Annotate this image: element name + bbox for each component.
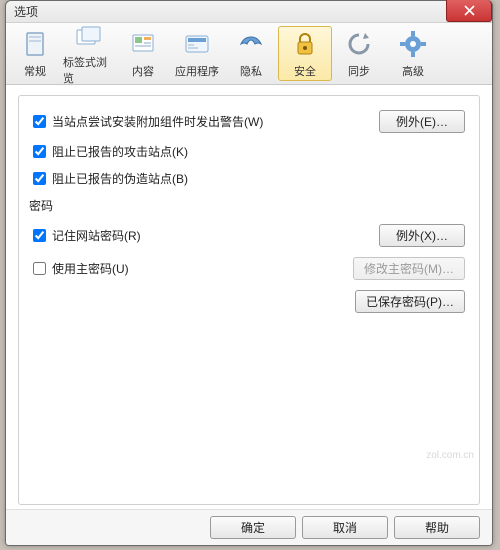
tab-label: 安全	[294, 63, 316, 79]
use-master-password-checkbox[interactable]: 使用主密码(U)	[33, 260, 129, 277]
tabs-icon	[73, 21, 105, 51]
tab-privacy[interactable]: 隐私	[224, 26, 278, 81]
saved-passwords-button[interactable]: 已保存密码(P)…	[355, 290, 465, 313]
security-panel: 当站点尝试安装附加组件时发出警告(W) 例外(E)… 阻止已报告的攻击站点(K)…	[18, 95, 480, 505]
block-forgery-checkbox[interactable]: 阻止已报告的伪造站点(B)	[33, 170, 188, 187]
cancel-button[interactable]: 取消	[302, 516, 388, 539]
tab-advanced[interactable]: 高级	[386, 26, 440, 81]
content-icon	[127, 28, 159, 60]
tab-content[interactable]: 内容	[116, 26, 170, 81]
gear-icon	[397, 28, 429, 60]
content-area: 当站点尝试安装附加组件时发出警告(W) 例外(E)… 阻止已报告的攻击站点(K)…	[6, 85, 492, 509]
passwords-section-label: 密码	[29, 197, 465, 214]
tab-label: 内容	[132, 63, 154, 79]
block-attack-checkbox[interactable]: 阻止已报告的攻击站点(K)	[33, 143, 188, 160]
warn-addon-install-checkbox[interactable]: 当站点尝试安装附加组件时发出警告(W)	[33, 113, 263, 130]
addon-exceptions-button[interactable]: 例外(E)…	[379, 110, 465, 133]
checkbox-input[interactable]	[33, 172, 46, 185]
close-icon	[464, 5, 475, 16]
close-button[interactable]	[446, 0, 492, 22]
checkbox-label: 阻止已报告的伪造站点(B)	[52, 170, 188, 187]
privacy-icon	[235, 28, 267, 60]
window-title: 选项	[6, 3, 38, 20]
tab-label: 高级	[402, 63, 424, 79]
tab-label: 标签式浏览	[63, 54, 115, 86]
checkbox-label: 使用主密码(U)	[52, 260, 129, 277]
checkbox-input[interactable]	[33, 229, 46, 242]
applications-icon	[181, 28, 213, 60]
remember-passwords-checkbox[interactable]: 记住网站密码(R)	[33, 227, 141, 244]
tab-applications[interactable]: 应用程序	[170, 26, 224, 81]
category-toolbar: 常规 标签式浏览 内容 应用程序 隐私 安全 同步 高级	[6, 23, 492, 85]
dialog-footer: 确定 取消 帮助	[6, 509, 492, 545]
tab-label: 应用程序	[175, 63, 219, 79]
change-master-password-button: 修改主密码(M)…	[353, 257, 465, 280]
checkbox-label: 记住网站密码(R)	[52, 227, 141, 244]
options-window: 选项 常规 标签式浏览 内容 应用程序 隐私 安全	[5, 0, 493, 546]
checkbox-input[interactable]	[33, 262, 46, 275]
titlebar: 选项	[6, 1, 492, 23]
tab-label: 同步	[348, 63, 370, 79]
tab-security[interactable]: 安全	[278, 26, 332, 81]
general-icon	[19, 28, 51, 60]
checkbox-input[interactable]	[33, 115, 46, 128]
tab-general[interactable]: 常规	[8, 26, 62, 81]
checkbox-label: 当站点尝试安装附加组件时发出警告(W)	[52, 113, 263, 130]
help-button[interactable]: 帮助	[394, 516, 480, 539]
tab-label: 常规	[24, 63, 46, 79]
password-exceptions-button[interactable]: 例外(X)…	[379, 224, 465, 247]
checkbox-input[interactable]	[33, 145, 46, 158]
tab-label: 隐私	[240, 63, 262, 79]
tab-sync[interactable]: 同步	[332, 26, 386, 81]
sync-icon	[343, 28, 375, 60]
ok-button[interactable]: 确定	[210, 516, 296, 539]
checkbox-label: 阻止已报告的攻击站点(K)	[52, 143, 188, 160]
tab-tabs[interactable]: 标签式浏览	[62, 26, 116, 81]
lock-icon	[289, 28, 321, 60]
